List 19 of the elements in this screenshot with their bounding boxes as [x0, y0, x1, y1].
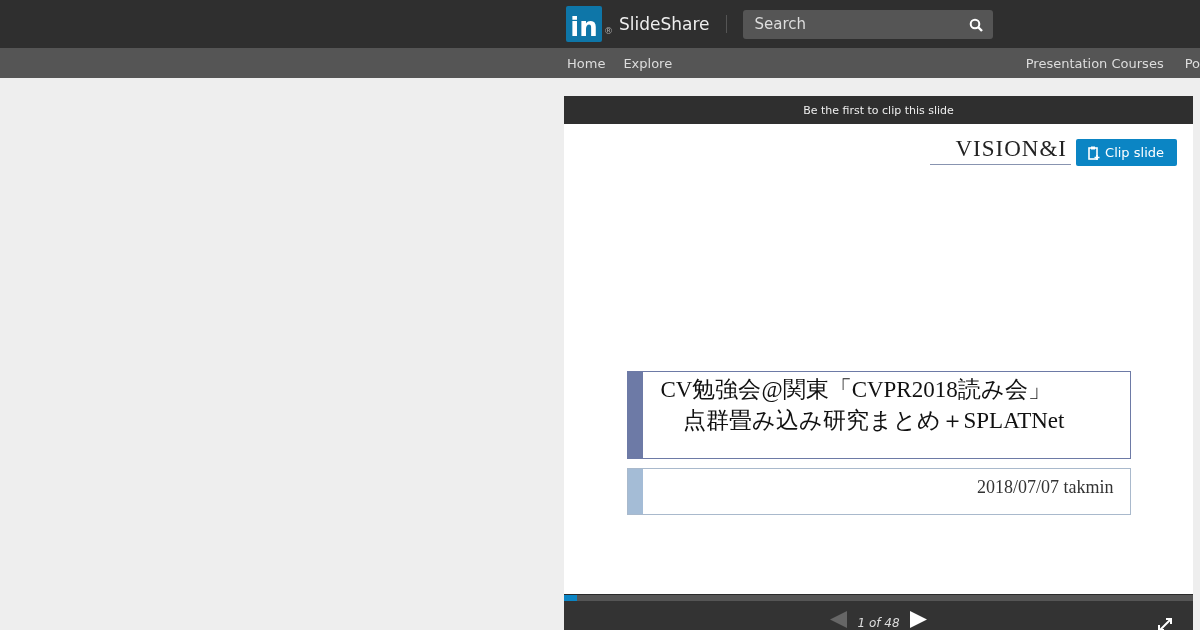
slide-title: CV勉強会@関東「CVPR2018読み会」 点群畳み込み研究まとめ＋SPLATNet [659, 376, 1066, 436]
slide-counter: 1 of 48 [857, 616, 900, 630]
slide-subtitle: 2018/07/07 takmin [976, 476, 1115, 499]
fullscreen-icon[interactable] [1157, 617, 1173, 630]
nav-link[interactable]: Presentation Courses [1025, 55, 1164, 71]
progress-track[interactable] [564, 594, 1193, 601]
nav-link[interactable]: Home [567, 55, 606, 71]
nav-link[interactable]: Po [1184, 55, 1200, 71]
slide-logo: VISION&I [929, 136, 1071, 165]
linkedin-logo[interactable]: in [566, 6, 602, 42]
nav-link[interactable]: Explore [623, 55, 673, 71]
brand-name: SlideShare [619, 14, 710, 34]
clipboard-plus-icon [1088, 145, 1101, 160]
clip-banner: Be the first to clip this slide [564, 96, 1193, 124]
search-icon[interactable] [968, 17, 983, 32]
registered-mark: ® [604, 26, 613, 36]
search-field[interactable]: Search [742, 9, 993, 39]
next-button[interactable] [909, 609, 928, 630]
clip-slide-button[interactable]: Clip slide [1076, 139, 1177, 166]
